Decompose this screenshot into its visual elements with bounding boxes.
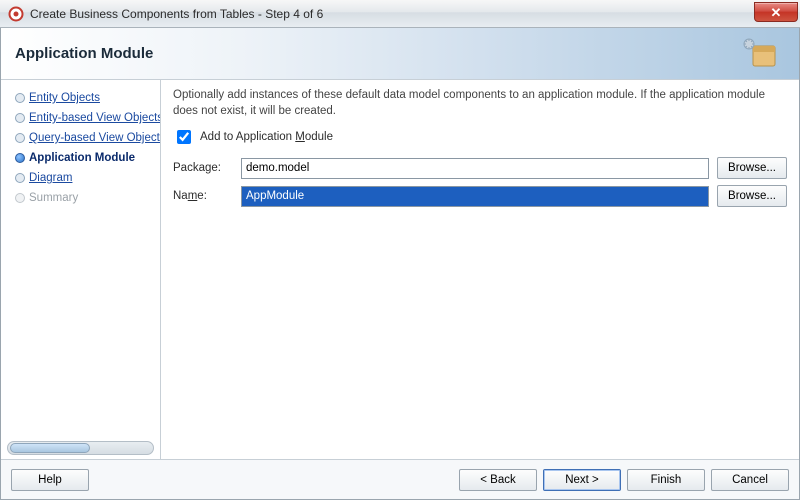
step-link: Diagram: [29, 172, 72, 184]
sidebar-horizontal-scrollbar[interactable]: [7, 441, 154, 455]
main-split: Entity Objects Entity-based View Objects…: [1, 80, 799, 459]
help-button[interactable]: Help: [11, 469, 89, 491]
app-icon: [8, 6, 24, 22]
add-to-app-module-checkbox[interactable]: [177, 130, 191, 144]
step-summary: Summary: [11, 188, 156, 208]
banner-decoration-icon: [739, 36, 783, 72]
step-entity-objects[interactable]: Entity Objects: [11, 88, 156, 108]
package-browse-button[interactable]: Browse...: [717, 157, 787, 179]
step-link: Entity Objects: [29, 92, 100, 104]
step-application-module[interactable]: Application Module: [11, 148, 156, 168]
name-input[interactable]: [241, 186, 709, 207]
step-label: Application Module: [29, 152, 135, 164]
name-browse-button[interactable]: Browse...: [717, 185, 787, 207]
step-link: Query-based View Objects: [29, 132, 160, 144]
step-query-view-objects[interactable]: Query-based View Objects: [11, 128, 156, 148]
package-label: Package:: [173, 162, 233, 174]
titlebar: Create Business Components from Tables -…: [0, 0, 800, 28]
wizard-nav-bar: Help < Back Next > Finish Cancel: [1, 459, 799, 499]
step-diagram[interactable]: Diagram: [11, 168, 156, 188]
add-to-app-module-label: Add to Application Module: [200, 131, 333, 143]
add-to-app-module-row: Add to Application Module: [173, 127, 787, 147]
package-input[interactable]: [241, 158, 709, 179]
window-body: Application Module Entity Objects Entity…: [0, 28, 800, 500]
name-label: Name:: [173, 190, 233, 202]
step-label: Summary: [29, 192, 78, 204]
page-description: Optionally add instances of these defaul…: [173, 88, 787, 119]
close-icon: ✕: [771, 6, 782, 19]
wizard-steps-sidebar: Entity Objects Entity-based View Objects…: [1, 80, 161, 459]
app-module-form: Package: Browse... Name: Browse...: [173, 157, 787, 207]
page-heading: Application Module: [15, 45, 153, 62]
step-entity-view-objects[interactable]: Entity-based View Objects: [11, 108, 156, 128]
close-button[interactable]: ✕: [754, 2, 798, 22]
next-button[interactable]: Next >: [543, 469, 621, 491]
scrollbar-thumb[interactable]: [10, 443, 90, 453]
wizard-content: Optionally add instances of these defaul…: [161, 80, 799, 459]
window-title: Create Business Components from Tables -…: [30, 7, 323, 21]
step-link: Entity-based View Objects: [29, 112, 160, 124]
cancel-button[interactable]: Cancel: [711, 469, 789, 491]
wizard-banner: Application Module: [1, 28, 799, 80]
finish-button[interactable]: Finish: [627, 469, 705, 491]
back-button[interactable]: < Back: [459, 469, 537, 491]
